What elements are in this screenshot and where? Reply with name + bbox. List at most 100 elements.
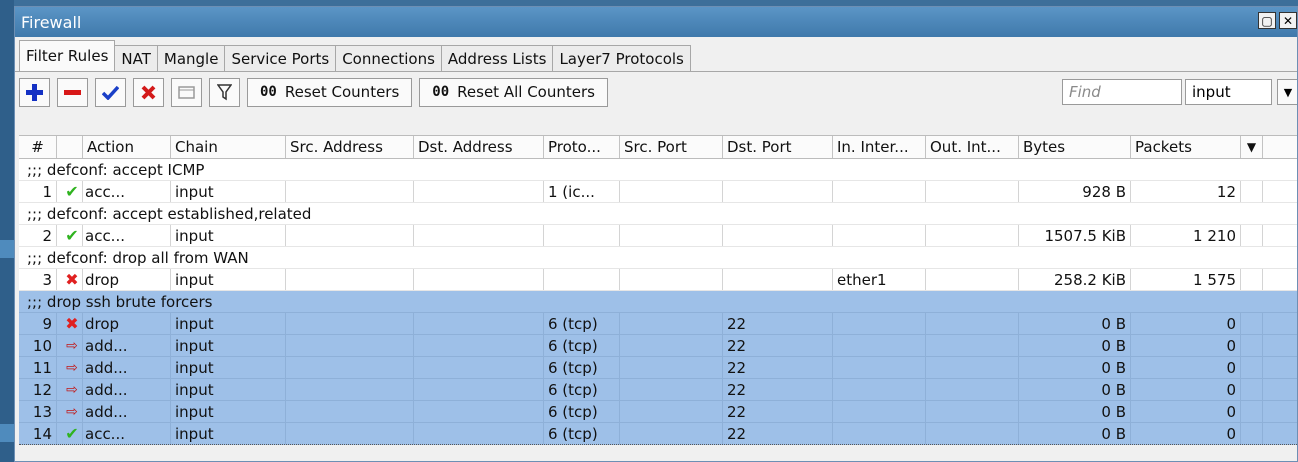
- cell-protocol: 1 (ic...: [544, 181, 620, 202]
- maximize-icon[interactable]: ▢: [1258, 12, 1276, 29]
- cell-spacer: [1241, 225, 1263, 246]
- chevron-down-icon[interactable]: ▼: [1241, 136, 1263, 158]
- enable-button[interactable]: [95, 77, 126, 107]
- column-header-protocol[interactable]: Proto...: [544, 136, 620, 158]
- column-header-chain[interactable]: Chain: [171, 136, 286, 158]
- cell-dst-port: [723, 181, 833, 202]
- cell-out-interface: [926, 181, 1019, 202]
- cell-in-interface: [833, 181, 926, 202]
- cell-src-address: [286, 225, 414, 246]
- tab-nat[interactable]: NAT: [114, 45, 158, 71]
- chevron-down-icon[interactable]: ▼: [1277, 79, 1297, 105]
- column-header-action[interactable]: Action: [83, 136, 171, 158]
- table-row[interactable]: 1 ✔ acc... input 1 (ic... 928 B 12: [19, 181, 1297, 203]
- find-input[interactable]: Find: [1062, 79, 1182, 105]
- comment-button[interactable]: [171, 77, 202, 107]
- add-button[interactable]: [19, 77, 50, 107]
- tab-connections[interactable]: Connections: [335, 45, 442, 71]
- table-row[interactable]: 10 ⇨ add... input 6 (tcp) 22 0 B0: [19, 335, 1297, 357]
- table-header: # Action Chain Src. Address Dst. Address…: [19, 135, 1297, 159]
- column-header-number[interactable]: #: [19, 136, 57, 158]
- add-to-list-icon: ⇨: [66, 359, 78, 376]
- column-header-in-interface[interactable]: In. Inter...: [833, 136, 926, 158]
- cell-in-interface: [833, 401, 926, 422]
- cell-dst-address: [414, 313, 544, 334]
- table-row[interactable]: 9 ✖ drop input 6 (tcp) 22 0 B0: [19, 313, 1297, 335]
- cell-dst-port: 22: [723, 379, 833, 400]
- column-header-bytes[interactable]: Bytes: [1019, 136, 1131, 158]
- table-row[interactable]: 12 ⇨ add... input 6 (tcp) 22 0 B0: [19, 379, 1297, 401]
- cell-bytes: 1507.5 KiB: [1019, 225, 1131, 246]
- drop-icon: ✖: [65, 314, 79, 333]
- column-header-dst-address[interactable]: Dst. Address: [414, 136, 544, 158]
- table-row[interactable]: 11 ⇨ add... input 6 (tcp) 22 0 B0: [19, 357, 1297, 379]
- tab-address-lists[interactable]: Address Lists: [440, 45, 554, 71]
- table-row[interactable]: 2 ✔ acc... input 1507.5 KiB 1 210: [19, 225, 1297, 247]
- tab-mangle[interactable]: Mangle: [156, 45, 226, 71]
- column-header-flags[interactable]: [57, 136, 83, 158]
- rule-comment-row[interactable]: ;;; defconf: accept ICMP: [19, 159, 1297, 181]
- cell-chain: input: [171, 269, 286, 290]
- cell-dst-port: [723, 269, 833, 290]
- window-titlebar[interactable]: Firewall ▢ ✕: [15, 7, 1297, 37]
- accept-icon: ✔: [65, 424, 79, 443]
- remove-button[interactable]: [57, 77, 88, 107]
- tab-layer7-protocols[interactable]: Layer7 Protocols: [552, 45, 691, 71]
- tab-filter-rules[interactable]: Filter Rules: [19, 40, 116, 71]
- rule-comment-row[interactable]: ;;; defconf: drop all from WAN: [19, 247, 1297, 269]
- cell-out-interface: [926, 423, 1019, 444]
- cell-out-interface: [926, 225, 1019, 246]
- cell-src-address: [286, 181, 414, 202]
- cell-src-address: [286, 401, 414, 422]
- cell-chain: input: [171, 335, 286, 356]
- firewall-window: Firewall ▢ ✕ Filter Rules NAT Mangle Ser…: [14, 6, 1298, 462]
- cell-chain: input: [171, 225, 286, 246]
- cell-src-port: [620, 335, 723, 356]
- reset-counters-button[interactable]: 00 Reset Counters: [247, 77, 413, 107]
- cell-action: ✔ acc...: [61, 225, 171, 246]
- cell-src-port: [620, 379, 723, 400]
- reset-all-counters-button[interactable]: 00 Reset All Counters: [419, 77, 608, 107]
- cell-packets: 1 210: [1131, 225, 1241, 246]
- cell-out-interface: [926, 401, 1019, 422]
- counter-icon: 00: [260, 84, 277, 100]
- cell-dst-port: 22: [723, 357, 833, 378]
- cell-bytes: 258.2 KiB: [1019, 269, 1131, 290]
- cell-spacer: [1241, 379, 1263, 400]
- cell-out-interface: [926, 269, 1019, 290]
- cell-rule-number: 9: [19, 313, 57, 334]
- cell-src-port: [620, 423, 723, 444]
- rule-comment: ;;; defconf: drop all from WAN: [27, 248, 249, 267]
- cell-rule-number: 3: [19, 269, 57, 290]
- column-header-out-interface[interactable]: Out. Int...: [926, 136, 1019, 158]
- cell-action: ✖ drop: [61, 313, 171, 334]
- table-row[interactable]: 3 ✖ drop input ether1 258.2 KiB 1 575: [19, 269, 1297, 291]
- cell-chain: input: [171, 401, 286, 422]
- column-header-src-port[interactable]: Src. Port: [620, 136, 723, 158]
- action-label: add...: [85, 380, 128, 399]
- reset-counters-label: Reset Counters: [284, 83, 400, 101]
- cell-bytes: 0 B: [1019, 313, 1131, 334]
- table-row[interactable]: 13 ⇨ add... input 6 (tcp) 22 0 B0: [19, 401, 1297, 423]
- cell-dst-address: [414, 357, 544, 378]
- add-to-list-icon: ⇨: [66, 403, 78, 420]
- column-header-packets[interactable]: Packets: [1131, 136, 1241, 158]
- filter-button[interactable]: [209, 77, 240, 107]
- cell-rule-number: 10: [19, 335, 57, 356]
- column-header-dst-port[interactable]: Dst. Port: [723, 136, 833, 158]
- disable-button[interactable]: [133, 77, 164, 107]
- cell-src-address: [286, 379, 414, 400]
- cell-dst-address: [414, 401, 544, 422]
- table-row[interactable]: 14 ✔ acc... input 6 (tcp) 22 0 B0: [19, 423, 1297, 445]
- chain-filter-select[interactable]: input: [1185, 79, 1272, 105]
- cell-dst-address: [414, 423, 544, 444]
- rule-comment-row[interactable]: ;;; defconf: accept established,related: [19, 203, 1297, 225]
- tab-service-ports[interactable]: Service Ports: [224, 45, 337, 71]
- note-icon: [178, 85, 195, 99]
- cell-action: ✔ acc...: [61, 423, 171, 444]
- rule-comment-row[interactable]: ;;; drop ssh brute forcers: [19, 291, 1297, 313]
- cell-rule-number: 12: [19, 379, 57, 400]
- column-header-src-address[interactable]: Src. Address: [286, 136, 414, 158]
- cell-spacer: [1241, 181, 1263, 202]
- close-icon[interactable]: ✕: [1279, 12, 1297, 29]
